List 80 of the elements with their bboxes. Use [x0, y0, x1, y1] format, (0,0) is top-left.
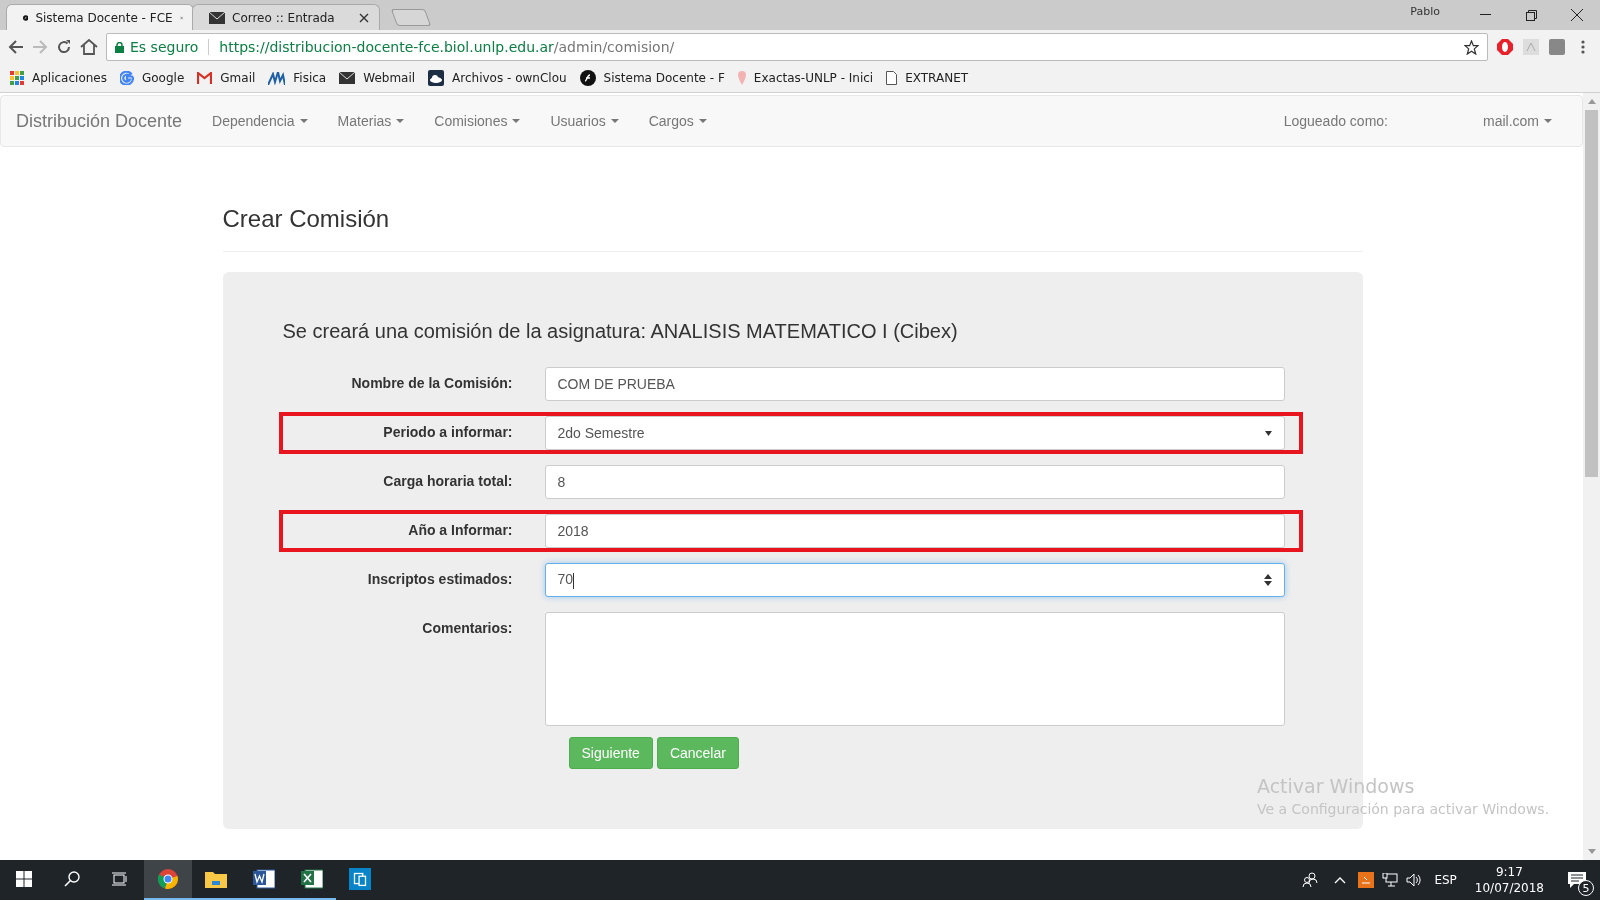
- tray-app-icon[interactable]: [1358, 872, 1375, 888]
- stop-sign-icon[interactable]: [1497, 39, 1513, 55]
- logged-label: Logueado como:: [1283, 113, 1388, 129]
- bookmark[interactable]: Sistema Docente - F: [579, 70, 725, 86]
- profile-name[interactable]: Pablo: [1410, 5, 1440, 18]
- brand-link[interactable]: Distribución Docente: [16, 110, 183, 132]
- lock-icon: [115, 41, 124, 53]
- notifications-button[interactable]: 5: [1554, 860, 1600, 900]
- bookmark[interactable]: Archivos - ownClou: [428, 70, 567, 86]
- reload-icon[interactable]: [56, 39, 72, 55]
- caret-icon: [512, 119, 521, 123]
- chevron-up-icon[interactable]: [1334, 876, 1347, 884]
- nav-menu[interactable]: Cargos: [633, 113, 722, 129]
- folder-icon: [205, 870, 227, 888]
- field-label: Carga horaria total:: [382, 472, 513, 489]
- pin-icon: [737, 71, 746, 85]
- page-title: Crear Comisión: [222, 205, 1363, 252]
- minimize-icon[interactable]: [1479, 14, 1491, 16]
- network-icon[interactable]: [1382, 873, 1399, 887]
- cloud-icon: [428, 70, 445, 86]
- bookmark[interactable]: Aplicaciones: [10, 71, 107, 85]
- menu-icon[interactable]: [1581, 40, 1585, 54]
- caret-icon: [698, 119, 707, 123]
- field-label: Inscriptos estimados:: [366, 570, 513, 587]
- nav-menu[interactable]: Comisiones: [419, 113, 536, 129]
- browser-tab[interactable]: Sistema Docente - FCE: [6, 4, 194, 30]
- windows-logo-icon: [16, 871, 32, 887]
- envelope-icon: [209, 11, 225, 24]
- text-field[interactable]: 2018: [544, 514, 1285, 548]
- task-view-icon[interactable]: [112, 872, 128, 886]
- m-envelope-icon: [197, 72, 213, 84]
- g-logo-icon: [119, 71, 134, 85]
- nav-menu[interactable]: Usuarios: [535, 113, 634, 129]
- bookmark[interactable]: Google: [119, 71, 185, 85]
- field-label: Periodo a informar:: [382, 423, 513, 440]
- home-icon[interactable]: [80, 39, 98, 55]
- devices-icon: [349, 868, 371, 890]
- envelope-icon: [339, 72, 356, 84]
- spinner-icon[interactable]: [1263, 574, 1272, 586]
- back-icon[interactable]: [8, 39, 24, 55]
- bookmark[interactable]: EXTRANET: [886, 71, 969, 85]
- bookmark[interactable]: Fisica: [268, 71, 327, 85]
- volume-icon[interactable]: [1406, 873, 1423, 887]
- address-bar[interactable]: Es seguro https://distribucion-docente-fce.biol.unlp.edu.ar/admin/comision/: [106, 33, 1488, 61]
- intro-text: Se creará una comisión de la asignatura: ANALISIS MATEMATICO I (Cibex): [282, 320, 959, 343]
- people-icon[interactable]: [1302, 872, 1319, 888]
- bookmark[interactable]: Webmail: [339, 71, 416, 85]
- scrollbar-thumb[interactable]: [1585, 110, 1598, 477]
- field-label: Año a Informar:: [407, 521, 513, 538]
- spreadsheet-x-icon: [301, 868, 323, 890]
- star-icon[interactable]: [1464, 39, 1479, 55]
- url-text: https://distribucion-docente-fce.biol.unlp.edu.ar/admin/comision/: [219, 39, 675, 55]
- wave-logo-icon: [268, 71, 286, 85]
- text-field[interactable]: 8: [544, 465, 1285, 499]
- security-label: Es seguro: [130, 39, 199, 55]
- select-field[interactable]: 2do Semestre: [544, 416, 1285, 450]
- page-icon: [886, 71, 898, 85]
- restore-icon[interactable]: [1525, 9, 1537, 21]
- language-indicator[interactable]: ESP: [1426, 860, 1465, 900]
- clock[interactable]: 9:17 10/07/2018: [1464, 860, 1554, 900]
- field-label: Nombre de la Comisión:: [350, 374, 513, 391]
- number-field[interactable]: 70: [544, 563, 1285, 597]
- text-field[interactable]: COM DE PRUEBA: [544, 367, 1285, 401]
- apps-grid-icon: [10, 71, 24, 85]
- nav-menu[interactable]: Materias: [322, 113, 420, 129]
- document-w-icon: [253, 868, 275, 890]
- caret-icon: [1544, 119, 1552, 123]
- comment-field[interactable]: [544, 612, 1285, 726]
- search-icon[interactable]: [64, 871, 80, 887]
- chrome-icon: [157, 868, 179, 890]
- nav-menu[interactable]: Dependencia: [197, 113, 323, 129]
- field-label: Comentarios:: [421, 619, 513, 636]
- bookmark[interactable]: Gmail: [197, 71, 256, 85]
- bookmark[interactable]: Exactas-UNLP - Inici: [737, 71, 874, 85]
- caret-icon: [396, 119, 405, 123]
- user-menu[interactable]: mail.com: [1468, 113, 1567, 129]
- dropdown-arrow-icon: [1264, 430, 1272, 436]
- browser-tab[interactable]: Correo :: Entrada: [192, 4, 380, 30]
- caret-icon: [610, 119, 619, 123]
- caret-icon: [299, 119, 308, 123]
